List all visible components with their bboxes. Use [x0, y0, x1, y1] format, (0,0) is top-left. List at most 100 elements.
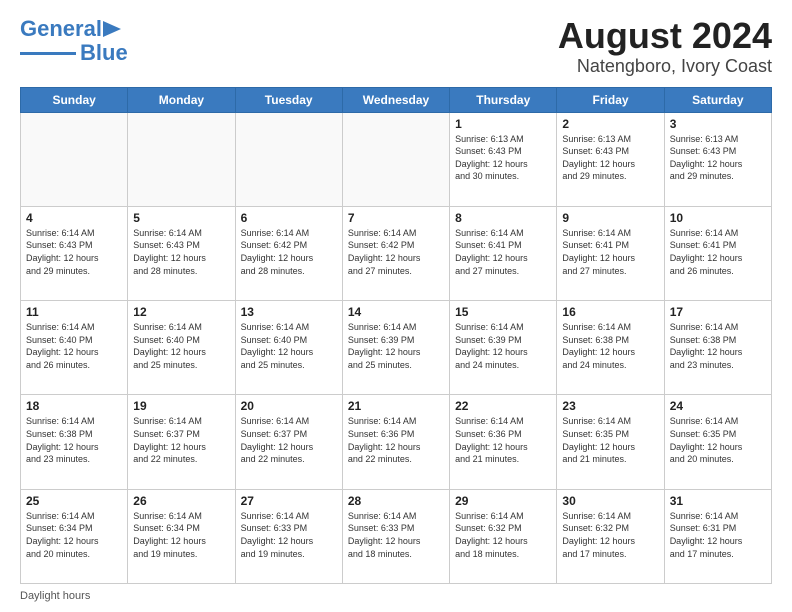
calendar-day-cell: 23Sunrise: 6:14 AM Sunset: 6:35 PM Dayli… — [557, 395, 664, 489]
calendar-day-cell: 9 Sunrise: 6:14 AM Sunset: 6:41 PM Daylig… — [557, 206, 664, 300]
calendar-day-cell — [342, 112, 449, 206]
calendar-day-cell: 6 Sunrise: 6:14 AM Sunset: 6:42 PM Daylig… — [235, 206, 342, 300]
day-info: Sunrise: 6:14 AM Sunset: 6:32 PM Dayligh… — [455, 510, 551, 560]
day-info: Sunrise: 6:14 AM Sunset: 6:37 PM Dayligh… — [241, 415, 337, 465]
calendar-week-row: 25 Sunrise: 6:14 AM Sunset: 6:34 PM Dayli… — [21, 489, 772, 583]
day-info: Sunrise: 6:14 AM Sunset: 6:36 PM Dayligh… — [348, 415, 444, 465]
day-number: 17 — [670, 305, 766, 319]
calendar-day-cell: 1 Sunrise: 6:13 AM Sunset: 6:43 PM Daylig… — [450, 112, 557, 206]
calendar-weekday-header: Saturday — [664, 87, 771, 112]
day-info: Sunrise: 6:14 AM Sunset: 6:34 PM Dayligh… — [133, 510, 229, 560]
calendar-day-cell: 14 Sunrise: 6:14 AM Sunset: 6:39 PM Dayli… — [342, 301, 449, 395]
page: General Blue August 2024 Natengboro, Ivo… — [0, 0, 792, 612]
day-info: Sunrise: 6:14 AM Sunset: 6:41 PM Dayligh… — [455, 227, 551, 277]
calendar-day-cell: 22Sunrise: 6:14 AM Sunset: 6:36 PM Dayli… — [450, 395, 557, 489]
day-info: Sunrise: 6:14 AM Sunset: 6:42 PM Dayligh… — [241, 227, 337, 277]
logo-blue-text: Blue — [80, 40, 128, 66]
day-number: 3 — [670, 117, 766, 131]
day-info: Sunrise: 6:14 AM Sunset: 6:39 PM Dayligh… — [455, 321, 551, 371]
day-number: 27 — [241, 494, 337, 508]
calendar-day-cell: 18Sunrise: 6:14 AM Sunset: 6:38 PM Dayli… — [21, 395, 128, 489]
day-number: 2 — [562, 117, 658, 131]
day-info: Sunrise: 6:14 AM Sunset: 6:42 PM Dayligh… — [348, 227, 444, 277]
calendar-week-row: 11Sunrise: 6:14 AM Sunset: 6:40 PM Dayli… — [21, 301, 772, 395]
day-info: Sunrise: 6:14 AM Sunset: 6:38 PM Dayligh… — [562, 321, 658, 371]
day-info: Sunrise: 6:14 AM Sunset: 6:40 PM Dayligh… — [133, 321, 229, 371]
calendar-day-cell: 17Sunrise: 6:14 AM Sunset: 6:38 PM Dayli… — [664, 301, 771, 395]
calendar-table: SundayMondayTuesdayWednesdayThursdayFrid… — [20, 87, 772, 584]
day-number: 8 — [455, 211, 551, 225]
day-number: 10 — [670, 211, 766, 225]
day-info: Sunrise: 6:13 AM Sunset: 6:43 PM Dayligh… — [562, 133, 658, 183]
calendar-day-cell: 13 Sunrise: 6:14 AM Sunset: 6:40 PM Dayli… — [235, 301, 342, 395]
footer-text: Daylight hours — [20, 590, 90, 602]
calendar-day-cell: 31Sunrise: 6:14 AM Sunset: 6:31 PM Dayli… — [664, 489, 771, 583]
calendar-day-cell: 11Sunrise: 6:14 AM Sunset: 6:40 PM Dayli… — [21, 301, 128, 395]
calendar-day-cell: 8 Sunrise: 6:14 AM Sunset: 6:41 PM Daylig… — [450, 206, 557, 300]
calendar-day-cell: 27 Sunrise: 6:14 AM Sunset: 6:33 PM Dayli… — [235, 489, 342, 583]
day-number: 4 — [26, 211, 122, 225]
day-info: Sunrise: 6:14 AM Sunset: 6:41 PM Dayligh… — [562, 227, 658, 277]
calendar-day-cell: 16Sunrise: 6:14 AM Sunset: 6:38 PM Dayli… — [557, 301, 664, 395]
day-number: 6 — [241, 211, 337, 225]
day-info: Sunrise: 6:14 AM Sunset: 6:33 PM Dayligh… — [241, 510, 337, 560]
day-info: Sunrise: 6:14 AM Sunset: 6:38 PM Dayligh… — [26, 415, 122, 465]
calendar-day-cell: 3Sunrise: 6:13 AM Sunset: 6:43 PM Daylig… — [664, 112, 771, 206]
day-number: 23 — [562, 399, 658, 413]
day-number: 9 — [562, 211, 658, 225]
day-number: 30 — [562, 494, 658, 508]
header: General Blue August 2024 Natengboro, Ivo… — [20, 16, 772, 77]
calendar-weekday-header: Friday — [557, 87, 664, 112]
calendar-day-cell: 21Sunrise: 6:14 AM Sunset: 6:36 PM Dayli… — [342, 395, 449, 489]
day-number: 26 — [133, 494, 229, 508]
day-number: 28 — [348, 494, 444, 508]
calendar-day-cell: 26 Sunrise: 6:14 AM Sunset: 6:34 PM Dayli… — [128, 489, 235, 583]
calendar-day-cell: 30 Sunrise: 6:14 AM Sunset: 6:32 PM Dayli… — [557, 489, 664, 583]
day-info: Sunrise: 6:14 AM Sunset: 6:43 PM Dayligh… — [133, 227, 229, 277]
title-block: August 2024 Natengboro, Ivory Coast — [558, 16, 772, 77]
day-info: Sunrise: 6:14 AM Sunset: 6:37 PM Dayligh… — [133, 415, 229, 465]
day-info: Sunrise: 6:14 AM Sunset: 6:40 PM Dayligh… — [241, 321, 337, 371]
day-info: Sunrise: 6:14 AM Sunset: 6:33 PM Dayligh… — [348, 510, 444, 560]
calendar-weekday-header: Thursday — [450, 87, 557, 112]
day-number: 14 — [348, 305, 444, 319]
calendar-week-row: 1 Sunrise: 6:13 AM Sunset: 6:43 PM Daylig… — [21, 112, 772, 206]
calendar-weekday-header: Tuesday — [235, 87, 342, 112]
calendar-day-cell: 4 Sunrise: 6:14 AM Sunset: 6:43 PM Daylig… — [21, 206, 128, 300]
calendar-day-cell: 28 Sunrise: 6:14 AM Sunset: 6:33 PM Dayli… — [342, 489, 449, 583]
calendar-day-cell: 29 Sunrise: 6:14 AM Sunset: 6:32 PM Dayli… — [450, 489, 557, 583]
day-number: 1 — [455, 117, 551, 131]
calendar-day-cell: 24Sunrise: 6:14 AM Sunset: 6:35 PM Dayli… — [664, 395, 771, 489]
day-number: 5 — [133, 211, 229, 225]
logo-text: General — [20, 16, 102, 42]
calendar-day-cell — [235, 112, 342, 206]
calendar-day-cell — [21, 112, 128, 206]
day-number: 24 — [670, 399, 766, 413]
calendar-weekday-header: Wednesday — [342, 87, 449, 112]
day-info: Sunrise: 6:14 AM Sunset: 6:41 PM Dayligh… — [670, 227, 766, 277]
page-title: August 2024 — [558, 16, 772, 56]
calendar-day-cell: 19 Sunrise: 6:14 AM Sunset: 6:37 PM Dayli… — [128, 395, 235, 489]
day-info: Sunrise: 6:13 AM Sunset: 6:43 PM Dayligh… — [455, 133, 551, 183]
day-info: Sunrise: 6:14 AM Sunset: 6:43 PM Dayligh… — [26, 227, 122, 277]
calendar-day-cell: 20 Sunrise: 6:14 AM Sunset: 6:37 PM Dayli… — [235, 395, 342, 489]
calendar-day-cell: 25Sunrise: 6:14 AM Sunset: 6:34 PM Dayli… — [21, 489, 128, 583]
calendar-weekday-header: Sunday — [21, 87, 128, 112]
logo: General Blue — [20, 16, 128, 66]
calendar-day-cell: 7 Sunrise: 6:14 AM Sunset: 6:42 PM Daylig… — [342, 206, 449, 300]
day-number: 31 — [670, 494, 766, 508]
day-number: 7 — [348, 211, 444, 225]
day-info: Sunrise: 6:14 AM Sunset: 6:32 PM Dayligh… — [562, 510, 658, 560]
calendar-week-row: 18Sunrise: 6:14 AM Sunset: 6:38 PM Dayli… — [21, 395, 772, 489]
logo-arrow-icon — [103, 21, 121, 37]
calendar-day-cell: 2 Sunrise: 6:13 AM Sunset: 6:43 PM Daylig… — [557, 112, 664, 206]
day-info: Sunrise: 6:14 AM Sunset: 6:39 PM Dayligh… — [348, 321, 444, 371]
day-number: 29 — [455, 494, 551, 508]
day-number: 15 — [455, 305, 551, 319]
day-number: 13 — [241, 305, 337, 319]
day-number: 25 — [26, 494, 122, 508]
day-number: 19 — [133, 399, 229, 413]
calendar-week-row: 4 Sunrise: 6:14 AM Sunset: 6:43 PM Daylig… — [21, 206, 772, 300]
day-number: 20 — [241, 399, 337, 413]
footer: Daylight hours — [20, 590, 772, 602]
